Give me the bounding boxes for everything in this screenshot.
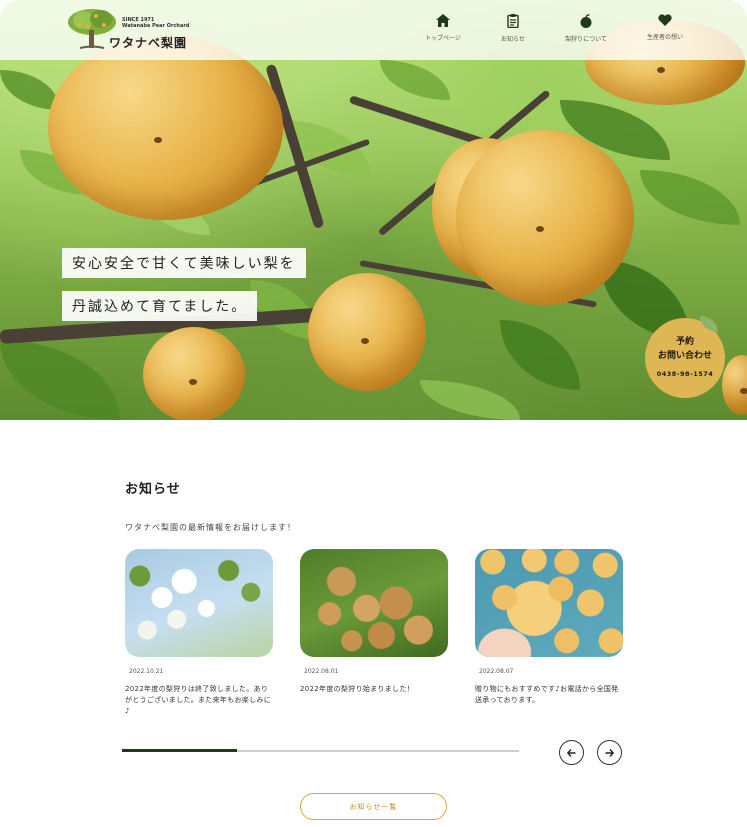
arrow-left-icon [567, 748, 576, 757]
site-header: SINCE 1971 Watanabe Pear Orchard ワタナベ梨園 … [0, 0, 747, 60]
news-list-button[interactable]: お知らせ一覧 [300, 793, 447, 820]
news-slider-progress[interactable] [122, 749, 519, 752]
badge-title-contact: お問い合わせ [657, 351, 712, 361]
hero-catch-line-2: 丹誠込めて育てました。 [62, 291, 258, 321]
prev-button[interactable] [559, 740, 584, 765]
news-date: 2022.10.21 [129, 668, 164, 675]
news-title: お知らせ [125, 482, 181, 497]
nav-label: トップページ [425, 35, 461, 42]
pear-in-hand-image [475, 549, 623, 657]
news-card[interactable]: 2022.08.01 2022年度の梨狩り始まりました！ [300, 549, 448, 695]
news-text: 2022年度の梨狩り始まりました！ [300, 685, 414, 693]
news-lead: ワタナベ梨園の最新情報をお届けします！ [125, 523, 296, 532]
hero-catch-line-1: 安心安全で甘くて美味しい梨を [62, 248, 306, 278]
badge-title-reserve: 予約 [675, 337, 694, 347]
arrow-right-icon [605, 748, 614, 757]
home-icon [436, 14, 450, 27]
progress-fill [122, 749, 238, 752]
next-button[interactable] [597, 740, 622, 765]
nav-label: お知らせ [501, 36, 525, 43]
nav-news[interactable]: お知らせ [473, 14, 553, 43]
nav-label: 生産者の想い [646, 34, 683, 41]
apple-icon [580, 14, 592, 28]
news-text: 贈り物にもおすすめです♪お電話から全国発送承っております。 [475, 685, 619, 704]
site-logo-name[interactable]: ワタナベ梨園 [109, 34, 187, 51]
pears-on-tree-image [300, 549, 448, 657]
news-date: 2022.08.07 [479, 668, 514, 675]
nav-producer[interactable]: 生産者の想い [625, 14, 705, 41]
news-card[interactable]: 2022.08.07 贈り物にもおすすめです♪お電話から全国発送承っております。 [475, 549, 623, 706]
nav-label: 梨狩りについて [565, 36, 607, 43]
pear-blossom-image [125, 549, 273, 657]
hero-image [0, 0, 747, 420]
news-card[interactable]: 2022.10.21 2022年度の梨狩りは終了致しました。ありがとうございまし… [125, 549, 273, 717]
nav-top[interactable]: トップページ [403, 14, 483, 42]
news-text: 2022年度の梨狩りは終了致しました。ありがとうございました。また来年もお楽しみ… [125, 685, 271, 715]
logo-tagline: SINCE 1971 Watanabe Pear Orchard [122, 17, 190, 29]
badge-phone: 0438-98-1574 [656, 370, 714, 378]
nav-pear-picking[interactable]: 梨狩りについて [546, 14, 626, 43]
heart-icon [658, 14, 672, 26]
notice-icon [507, 14, 519, 28]
news-date: 2022.08.01 [304, 668, 339, 675]
